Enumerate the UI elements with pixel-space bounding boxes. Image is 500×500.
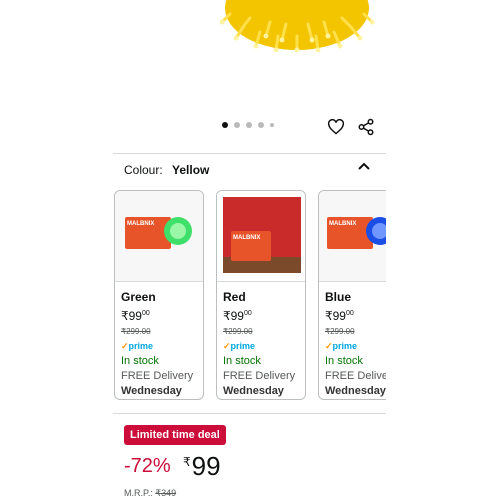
divider <box>113 413 386 414</box>
colour-label: Colour: <box>124 163 163 177</box>
carousel-dot[interactable] <box>222 122 228 128</box>
carousel-dot[interactable] <box>246 122 252 128</box>
prime-check-icon: ✓ <box>325 341 333 351</box>
delivery-day: Wednesday <box>121 385 182 397</box>
carousel-dot[interactable] <box>258 122 264 128</box>
image-carousel-dots[interactable] <box>222 122 274 128</box>
mrp-value: ₹349 <box>155 488 177 498</box>
colour-selector: Colour: Yellow <box>124 163 209 177</box>
variant-card-red[interactable]: MALBNIX Red ₹9900 ₹299.00 ✓prime In stoc… <box>216 190 306 400</box>
price-value: 99 <box>191 451 221 481</box>
mrp-label: M.R.P.: <box>124 488 153 498</box>
variant-name: Blue <box>325 290 352 304</box>
mrp-line: M.R.P.: ₹349 <box>124 488 176 499</box>
wishlist-button[interactable] <box>325 116 347 138</box>
box-brand: MALBNIX <box>233 235 261 241</box>
stock-status: In stock <box>121 355 159 367</box>
delivery-text: FREE Delivery <box>121 370 194 382</box>
colour-selected-value: Yellow <box>172 163 210 177</box>
delivery-day: Wednesday <box>325 385 386 397</box>
box-brand: MALBNIX <box>329 221 357 227</box>
prime-badge: ✓prime <box>121 341 154 351</box>
variant-name: Red <box>223 290 246 304</box>
variant-card-green[interactable]: MALBNIX Green ₹9900 ₹299.00 ✓prime In st… <box>114 190 204 400</box>
divider <box>113 153 386 154</box>
prime-check-icon: ✓ <box>121 341 129 351</box>
variant-mrp: ₹299.00 <box>325 327 355 336</box>
currency-symbol: ₹ <box>183 455 191 469</box>
box-brand: MALBNIX <box>127 221 155 227</box>
stock-status: In stock <box>223 355 261 367</box>
variant-name: Green <box>121 290 156 304</box>
deal-price: ₹99 <box>183 451 221 482</box>
variant-price: ₹9900 <box>223 309 252 323</box>
stock-status: In stock <box>325 355 363 367</box>
share-icon <box>358 118 374 136</box>
prime-badge: ✓prime <box>223 341 256 351</box>
discount-percent: -72% <box>124 455 171 477</box>
variant-card-blue[interactable]: MALBNIX Blue ₹9900 ₹299.00 ✓prime In sto… <box>318 190 386 400</box>
delivery-day: Wednesday <box>223 385 284 397</box>
variant-thumbnail: MALBNIX <box>115 191 203 282</box>
carousel-dot[interactable] <box>234 122 240 128</box>
variant-price: ₹9900 <box>121 309 150 323</box>
variant-mrp: ₹299.00 <box>223 327 253 336</box>
prime-check-icon: ✓ <box>223 341 231 351</box>
variant-price: ₹9900 <box>325 309 354 323</box>
variant-mrp: ₹299.00 <box>121 327 151 336</box>
delivery-text: FREE Delivery <box>223 370 296 382</box>
delivery-text: FREE Delivery <box>325 370 386 382</box>
carousel-dot[interactable] <box>270 123 274 127</box>
limited-time-deal-badge: Limited time deal <box>124 425 226 445</box>
variant-thumbnail: MALBNIX <box>217 191 305 282</box>
share-button[interactable] <box>355 116 377 138</box>
light-swatch <box>164 217 192 245</box>
heart-icon <box>327 119 345 135</box>
product-image[interactable] <box>220 0 375 52</box>
light-swatch <box>366 217 386 245</box>
variant-thumbnail: MALBNIX <box>319 191 386 282</box>
chevron-up-icon <box>358 162 370 170</box>
colour-variants-list[interactable]: MALBNIX Green ₹9900 ₹299.00 ✓prime In st… <box>113 190 386 402</box>
prime-badge: ✓prime <box>325 341 358 351</box>
collapse-colour-button[interactable] <box>357 160 371 179</box>
